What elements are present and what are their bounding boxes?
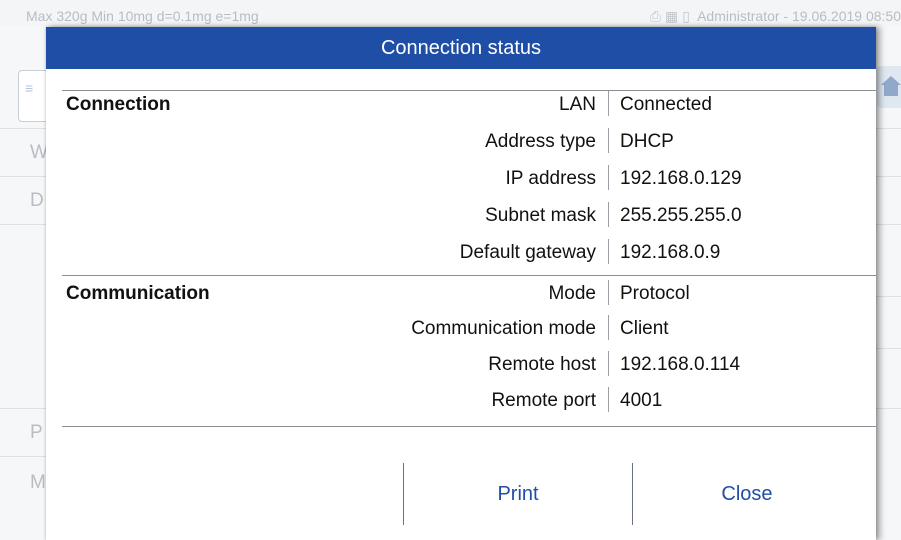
dialog-title: Connection status [46, 27, 876, 69]
background-divider [0, 224, 50, 225]
home-button[interactable] [877, 66, 901, 108]
background-item-m: M [30, 472, 46, 493]
row-separator [608, 202, 609, 227]
background-item-p: P [30, 422, 43, 443]
section-divider [62, 426, 876, 427]
close-button[interactable]: Close [633, 463, 861, 525]
row-value-communication-mode: Client [620, 318, 669, 339]
row-label-default-gateway: Default gateway [459, 242, 596, 263]
row-separator [608, 91, 609, 116]
section-title-communication: Communication [66, 283, 210, 304]
date-time: 19.06.2019 08:50 [792, 8, 901, 24]
row-value-ip-address: 192.168.0.129 [620, 168, 742, 189]
row-separator [608, 165, 609, 190]
home-icon [881, 76, 901, 85]
list-icon: ≡ [25, 80, 34, 96]
row-separator [608, 128, 609, 153]
row-value-subnet-mask: 255.255.255.0 [620, 205, 742, 226]
background-divider [876, 408, 901, 409]
row-value-remote-port: 4001 [620, 390, 663, 411]
background-divider [0, 456, 50, 457]
row-label-remote-host: Remote host [488, 354, 596, 375]
user-icon: ▯ [682, 8, 690, 24]
row-value-remote-host: 192.168.0.114 [620, 354, 741, 375]
background-divider [0, 176, 50, 177]
status-right: ⎙ ▦ ▯ Administrator - 19.06.2019 08:50 [650, 8, 901, 25]
row-separator [608, 280, 609, 305]
status-bar: Max 320g Min 10mg d=0.1mg e=1mg ⎙ ▦ ▯ Admi… [0, 0, 901, 26]
row-label-lan: LAN [559, 94, 596, 115]
print-button[interactable]: Print [404, 463, 632, 525]
background-divider [0, 408, 50, 409]
row-label-remote-port: Remote port [491, 390, 596, 411]
background-item-d: D [30, 190, 44, 211]
section-divider [62, 90, 876, 91]
row-value-lan: Connected [620, 94, 712, 115]
row-separator [608, 351, 609, 376]
background-divider [876, 128, 901, 129]
screen: Max 320g Min 10mg d=0.1mg e=1mg ⎙ ▦ ▯ Admi… [0, 0, 901, 540]
printer-icon: ⎙ [649, 8, 661, 24]
connection-status-dialog: Connection status Connection LAN Connect… [46, 27, 876, 540]
background-divider [876, 176, 901, 177]
row-value-mode: Protocol [620, 283, 690, 304]
section-divider [62, 275, 876, 276]
scale-info: Max 320g Min 10mg d=0.1mg e=1mg [26, 8, 259, 24]
row-label-mode: Mode [548, 283, 596, 304]
background-divider [876, 224, 901, 225]
user-name: Administrator [697, 8, 780, 24]
row-separator [608, 387, 609, 412]
row-label-ip-address: IP address [505, 168, 596, 189]
row-label-communication-mode: Communication mode [411, 318, 596, 339]
row-separator [608, 315, 609, 340]
background-divider [0, 128, 50, 129]
background-divider [876, 296, 901, 297]
row-value-address-type: DHCP [620, 131, 674, 152]
row-separator [608, 239, 609, 264]
row-label-address-type: Address type [485, 131, 596, 152]
network-icon: ▦ [665, 8, 679, 24]
background-divider [876, 348, 901, 349]
home-icon-body [884, 85, 898, 96]
status-separator: - [783, 8, 789, 24]
row-value-default-gateway: 192.168.0.9 [620, 242, 721, 263]
section-title-connection: Connection [66, 94, 171, 115]
row-label-subnet-mask: Subnet mask [485, 205, 596, 226]
